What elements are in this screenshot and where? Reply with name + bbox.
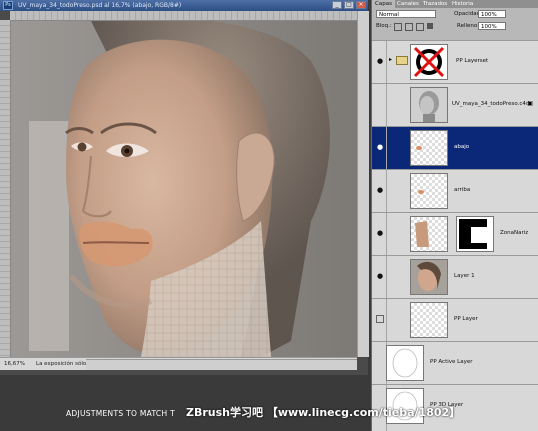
layers-list: ● ▸ PP Layerset UV_maya_34_todoPreso.c4d…: [372, 40, 538, 431]
lock-buttons: [394, 23, 433, 31]
layers-panel: Capas Canales Trazados Historia Normal O…: [371, 0, 538, 431]
3d-layer-icon: ▣: [527, 100, 533, 107]
folder-icon: [396, 56, 408, 65]
adjustments-caption: ADJUSTMENTS TO MATCH T: [66, 409, 175, 418]
caption-area: ADJUSTMENTS TO MATCH T ZBrush学习吧 【www.li…: [0, 404, 460, 424]
expand-arrow-icon[interactable]: ▸: [389, 56, 392, 63]
layer-name: PP Layerset: [456, 58, 489, 64]
layer-thumbnail: [386, 345, 424, 381]
lock-position-icon[interactable]: [416, 23, 424, 31]
tab-capas[interactable]: Capas: [372, 0, 395, 8]
lock-all-icon[interactable]: [427, 23, 433, 29]
layer-thumbnail: [410, 130, 448, 166]
watermark-text: ZBrush学习吧 【www.linecg.com/tieba/1802】: [186, 406, 461, 419]
layer-row[interactable]: ● ZonaNariz: [372, 212, 538, 255]
layer-name: PP Active Layer: [430, 359, 473, 365]
lock-pixels-icon[interactable]: [405, 23, 413, 31]
maximize-button[interactable]: □: [344, 1, 354, 9]
layer-thumbnail: [410, 173, 448, 209]
photoshop-app-icon: Ps: [3, 1, 13, 10]
layer-row[interactable]: PP Active Layer: [372, 341, 538, 384]
layer-name: Layer 1: [454, 273, 475, 279]
visibility-eye-icon[interactable]: ●: [375, 186, 385, 194]
zoom-level[interactable]: 16,67%: [4, 358, 25, 370]
visibility-toggle-icon[interactable]: [376, 315, 384, 323]
tab-canales[interactable]: Canales: [394, 0, 422, 8]
layer-row[interactable]: ● ▸ PP Layerset: [372, 40, 538, 83]
vertical-scrollbar[interactable]: [357, 11, 369, 357]
layer-name: PP Layer: [454, 316, 478, 322]
tab-trazados[interactable]: Trazados: [420, 0, 450, 8]
document-title-bar[interactable]: Ps UV_maya_34_todoPreso.psd al 16,7% (ab…: [0, 0, 368, 11]
image-canvas[interactable]: [11, 21, 357, 357]
layer-row-selected[interactable]: ● abajo: [372, 126, 538, 169]
blend-mode-select[interactable]: Normal: [376, 10, 436, 18]
window-controls: _ □ ×: [332, 1, 366, 9]
face-texture-artwork: [11, 21, 357, 357]
visibility-eye-icon[interactable]: ●: [375, 57, 385, 65]
opacity-input[interactable]: 100%: [478, 10, 506, 18]
layer-thumbnail: [410, 259, 448, 295]
layer-row[interactable]: UV_maya_34_todoPreso.c4d ▣: [372, 83, 538, 126]
document-title: UV_maya_34_todoPreso.psd al 16,7% (abajo…: [18, 2, 182, 9]
lock-transparency-icon[interactable]: [394, 23, 402, 31]
vertical-ruler[interactable]: [0, 20, 11, 357]
fill-label: Relleno:: [457, 23, 480, 29]
layer-mask-thumbnail[interactable]: [456, 216, 494, 252]
visibility-eye-icon[interactable]: ●: [375, 272, 385, 280]
layer-name: abajo: [454, 144, 470, 150]
visibility-eye-icon[interactable]: ●: [375, 143, 385, 151]
panel-tabs: Capas Canales Trazados Historia: [372, 0, 538, 8]
layer-row[interactable]: ● Layer 1: [372, 255, 538, 298]
close-button[interactable]: ×: [356, 1, 366, 9]
layer-row[interactable]: ● arriba: [372, 169, 538, 212]
layer-thumbnail: [410, 44, 448, 80]
horizontal-scrollbar[interactable]: [86, 359, 357, 370]
horizontal-ruler[interactable]: [10, 11, 357, 21]
layer-name: ZonaNariz: [500, 230, 529, 236]
tab-historia[interactable]: Historia: [449, 0, 476, 8]
layer-thumbnail: [410, 216, 448, 252]
layer-row[interactable]: PP Layer: [372, 298, 538, 341]
minimize-button[interactable]: _: [332, 1, 342, 9]
visibility-eye-icon[interactable]: ●: [375, 229, 385, 237]
layer-name: UV_maya_34_todoPreso.c4d: [452, 101, 530, 107]
layer-name: arriba: [454, 187, 471, 193]
layer-thumbnail: [410, 87, 448, 123]
document-window: Ps UV_maya_34_todoPreso.psd al 16,7% (ab…: [0, 0, 369, 375]
lock-label: Bloq.:: [376, 23, 392, 29]
fill-input[interactable]: 100%: [478, 22, 506, 30]
layer-thumbnail: [410, 302, 448, 338]
